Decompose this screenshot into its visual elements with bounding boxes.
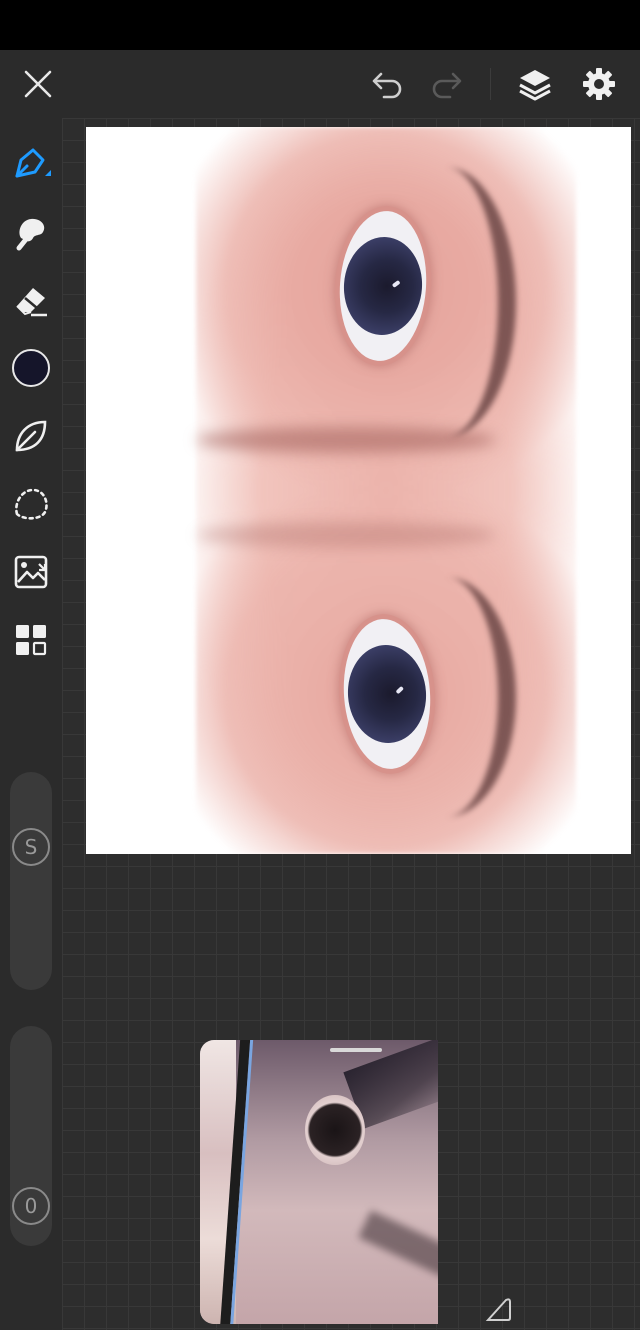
top-bar <box>0 50 640 118</box>
color-swatch <box>12 349 50 387</box>
layout-grid-button[interactable] <box>9 618 53 662</box>
pen-tool-button[interactable] <box>9 142 53 186</box>
reference-drag-handle[interactable] <box>330 1048 382 1052</box>
image-import-icon <box>14 555 48 589</box>
opacity-label: 0 <box>24 1194 38 1218</box>
close-button[interactable] <box>18 64 58 104</box>
reference-resize-handle-icon[interactable] <box>484 1294 514 1324</box>
opacity-slider-knob[interactable]: 0 <box>12 1187 50 1225</box>
eraser-tool-icon <box>16 288 47 317</box>
pen-tool-icon <box>15 148 51 178</box>
smudge-tool-button[interactable] <box>9 210 53 254</box>
reference-image-panel[interactable] <box>200 1040 438 1324</box>
left-toolbar: S 0 <box>0 118 62 1330</box>
layers-button[interactable] <box>515 64 555 104</box>
undo-icon <box>372 72 402 99</box>
shape-tool-button[interactable] <box>9 414 53 458</box>
drawing-app: S 0 <box>0 0 640 1330</box>
redo-icon <box>432 72 462 99</box>
leaf-shape-icon <box>15 420 47 452</box>
brush-size-slider-knob[interactable]: S <box>12 828 50 866</box>
gear-icon <box>583 68 615 100</box>
eraser-tool-button[interactable] <box>9 278 53 322</box>
close-icon <box>24 70 52 98</box>
grid-layout-icon <box>16 625 47 656</box>
color-picker-button[interactable] <box>9 346 53 390</box>
image-import-button[interactable] <box>9 550 53 594</box>
settings-button[interactable] <box>579 64 619 104</box>
toolbar-divider <box>490 68 491 100</box>
drawing-canvas[interactable] <box>86 127 631 854</box>
lasso-select-icon <box>15 488 48 520</box>
smudge-tool-icon <box>16 218 45 251</box>
painted-iris-top <box>340 234 426 338</box>
lasso-select-button[interactable] <box>9 482 53 526</box>
painted-iris-bottom <box>344 642 430 746</box>
opacity-slider[interactable]: 0 <box>10 1026 52 1246</box>
status-bar <box>0 0 640 50</box>
reference-eye <box>305 1095 365 1165</box>
brush-size-label: S <box>24 835 38 859</box>
painted-fold-bottom <box>196 522 496 548</box>
reference-brow <box>358 1210 438 1280</box>
brush-size-slider[interactable]: S <box>10 772 52 990</box>
layers-icon <box>519 70 551 101</box>
redo-button[interactable] <box>426 64 466 104</box>
undo-button[interactable] <box>368 64 408 104</box>
